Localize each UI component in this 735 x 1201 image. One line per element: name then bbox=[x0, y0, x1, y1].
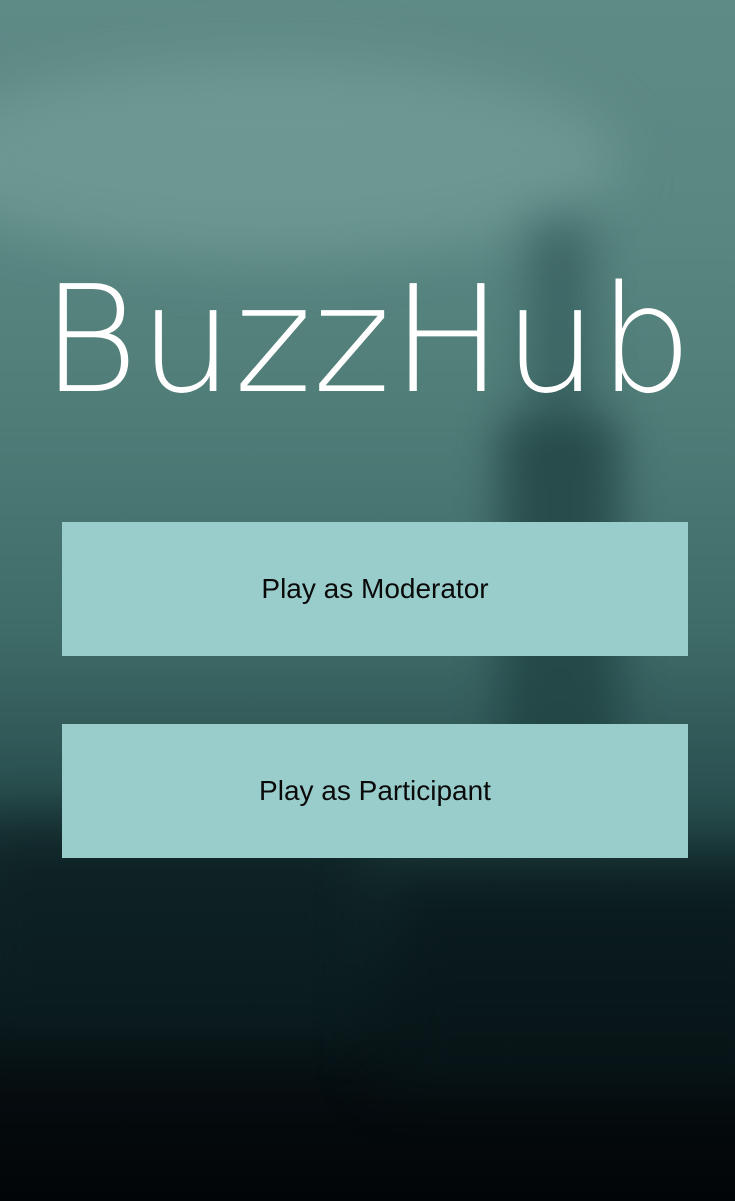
play-as-participant-button[interactable]: Play as Participant bbox=[62, 724, 688, 858]
app-title: BuzzHub bbox=[41, 254, 694, 426]
play-as-moderator-button[interactable]: Play as Moderator bbox=[62, 522, 688, 656]
background-city-right bbox=[380, 860, 735, 1080]
background-sky-haze bbox=[0, 60, 620, 260]
